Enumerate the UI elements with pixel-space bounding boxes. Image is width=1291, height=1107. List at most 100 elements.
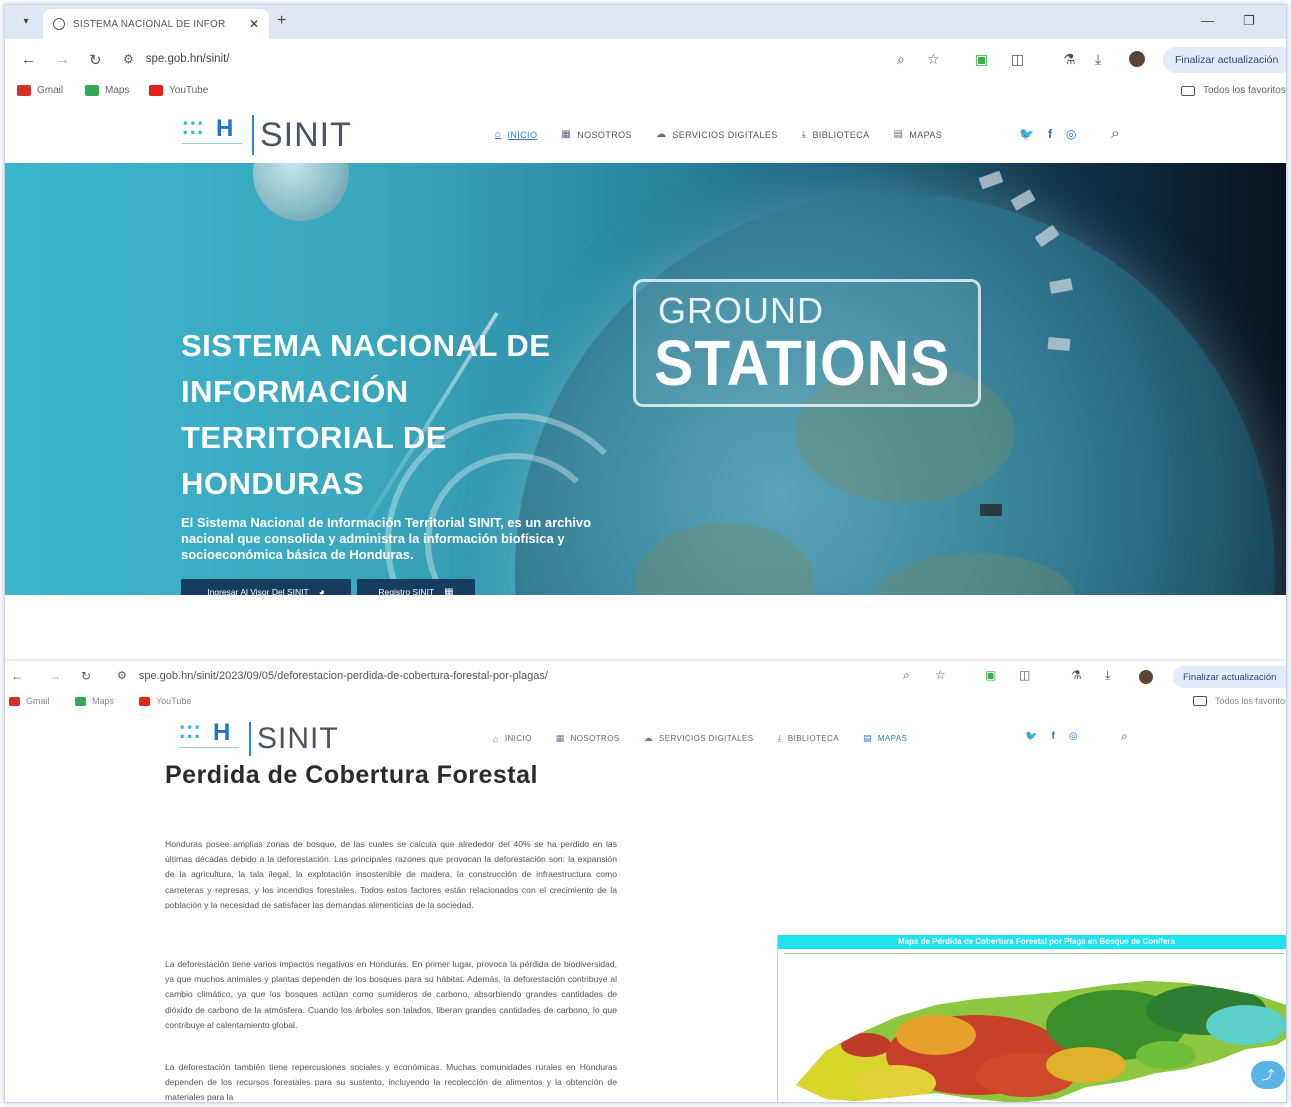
- extensions-puzzle-icon[interactable]: ◫: [1019, 668, 1030, 682]
- hero-title: SISTEMA NACIONAL DE INFORMACIÓN TERRITOR…: [181, 323, 641, 507]
- hero-banner: GROUND STATIONS SISTEMA NACIONAL DE INFO…: [5, 163, 1286, 595]
- article-paragraph: La deforestación tiene varios impactos n…: [165, 959, 617, 1030]
- logo-mark: ⁚⁚⁚ H: [177, 719, 241, 759]
- bookmark-youtube[interactable]: YouTube: [139, 696, 191, 706]
- bookmark-maps[interactable]: Maps: [75, 696, 114, 706]
- visor-button[interactable]: Ingresar Al Visor Del SINIT ◕: [181, 579, 351, 595]
- logo-mark: ⁚⁚⁚ H: [180, 115, 244, 155]
- bookmark-star-icon[interactable]: ☆: [935, 668, 946, 682]
- twitter-icon[interactable]: 🐦: [1019, 127, 1034, 141]
- menu-label: NOSOTROS: [570, 734, 620, 743]
- menu-item-nosotros[interactable]: ▦ NOSOTROS: [556, 733, 620, 744]
- lab-icon[interactable]: ⚗: [1063, 51, 1076, 68]
- menu-item-mapas[interactable]: ▤ MAPAS: [863, 733, 907, 744]
- menu-item-servicios[interactable]: ☁ SERVICIOS DIGITALES: [656, 129, 778, 140]
- browser-tab[interactable]: SISTEMA NACIONAL DE INFOR ✕: [43, 9, 269, 39]
- tab-search-icon[interactable]: ▾: [17, 13, 35, 31]
- menu-item-inicio[interactable]: ⌂ INICIO: [495, 129, 537, 140]
- article-paragraph: La deforestación también tiene repercusi…: [165, 1062, 617, 1103]
- sinit-logo[interactable]: ⁚⁚⁚ H SINIT: [180, 115, 352, 155]
- cloud-icon: ☁: [655, 129, 667, 140]
- share-icon: ⤴: [1261, 1068, 1274, 1082]
- home-icon: ⌂: [493, 733, 499, 744]
- forward-icon[interactable]: →: [55, 51, 70, 68]
- zoom-icon[interactable]: ⌕: [897, 51, 905, 68]
- twitter-icon[interactable]: 🐦: [1025, 731, 1037, 742]
- globe-icon: ◕: [318, 586, 325, 596]
- tab-title: SISTEMA NACIONAL DE INFOR: [73, 18, 226, 30]
- building-icon: ▦: [555, 733, 565, 743]
- registro-button[interactable]: Registro SINIT ▦: [357, 579, 475, 595]
- profile-avatar[interactable]: [1129, 51, 1145, 67]
- social-links: 🐦 f ◎: [1025, 731, 1092, 742]
- search-icon[interactable]: ⌕: [1121, 729, 1128, 744]
- facebook-icon[interactable]: f: [1048, 127, 1052, 141]
- bookmark-label: Maps: [105, 85, 130, 96]
- url-text: spe.gob.hn/sinit/2023/09/05/deforestacio…: [138, 669, 548, 682]
- registro-button-label: Registro SINIT: [378, 587, 435, 595]
- back-icon[interactable]: ←: [11, 669, 23, 683]
- bookmark-gmail[interactable]: Gmail: [17, 85, 63, 96]
- folder-icon: [1181, 85, 1195, 96]
- menu-item-mapas[interactable]: ▤ MAPAS: [893, 129, 942, 140]
- menu-label: MAPAS: [877, 734, 908, 743]
- download-icon: ⤓: [801, 129, 807, 140]
- share-button[interactable]: ⤴: [1251, 1061, 1285, 1089]
- reload-icon[interactable]: ↻: [89, 51, 102, 69]
- close-tab-icon[interactable]: ✕: [249, 17, 259, 31]
- all-bookmarks[interactable]: Todos los favoritos: [1181, 85, 1286, 96]
- instagram-icon[interactable]: ◎: [1066, 127, 1076, 141]
- minimize-icon[interactable]: —: [1201, 13, 1214, 28]
- update-button-2[interactable]: Finalizar actualización: [1173, 666, 1286, 688]
- downloads-icon[interactable]: ⤓: [1095, 51, 1101, 68]
- new-tab-icon[interactable]: +: [277, 12, 286, 30]
- article-title: Perdida de Cobertura Forestal: [165, 761, 538, 789]
- all-bookmarks[interactable]: Todos los favoritos: [1193, 696, 1286, 706]
- reload-icon[interactable]: ↻: [81, 669, 91, 683]
- downloads-icon[interactable]: ⤓: [1105, 668, 1110, 683]
- bookmark-label: Gmail: [37, 85, 64, 96]
- site-settings-icon[interactable]: ⚙: [123, 52, 134, 66]
- bookmark-youtube[interactable]: YouTube: [149, 85, 208, 96]
- map-title: Mapa de Pérdida de Cobertura Forestal po…: [778, 935, 1286, 949]
- forward-icon[interactable]: →: [49, 669, 61, 683]
- search-icon[interactable]: ⌕: [1111, 125, 1119, 142]
- bookmark-gmail[interactable]: Gmail: [9, 696, 50, 706]
- zoom-icon[interactable]: ⌕: [903, 668, 910, 683]
- bookmark-label: Gmail: [26, 696, 50, 706]
- address-bar[interactable]: ⚙ spe.gob.hn/sinit/: [123, 45, 953, 73]
- menu-item-nosotros[interactable]: ▦ NOSOTROS: [561, 129, 632, 140]
- site-header: ⁚⁚⁚ H SINIT ⌂ INICIO ▦ NOSOTROS ☁ SERVICIOS …: [5, 105, 1286, 163]
- extensions-puzzle-icon[interactable]: ◫: [1011, 51, 1024, 68]
- site-settings-icon[interactable]: ⚙: [117, 669, 127, 682]
- menu-item-biblioteca[interactable]: ⤓ BIBLIOTECA: [777, 733, 839, 744]
- hero-title-line: TERRITORIAL DE: [181, 420, 447, 455]
- hero-title-line: INFORMACIÓN: [181, 374, 409, 409]
- menu-item-servicios[interactable]: ☁ SERVICIOS DIGITALES: [644, 733, 754, 744]
- menu-item-biblioteca[interactable]: ⤓ BIBLIOTECA: [802, 129, 870, 140]
- extension-icon[interactable]: ▣: [975, 51, 988, 68]
- back-icon[interactable]: ←: [21, 51, 36, 68]
- honduras-map-image: [796, 981, 1286, 1102]
- restore-icon[interactable]: ❐: [1243, 13, 1255, 29]
- lab-icon[interactable]: ⚗: [1071, 668, 1082, 682]
- globe-icon: [53, 18, 65, 30]
- facebook-icon[interactable]: f: [1051, 731, 1054, 742]
- forest-loss-map[interactable]: Mapa de Pérdida de Cobertura Forestal po…: [777, 935, 1286, 1102]
- bookmark-maps[interactable]: Maps: [85, 85, 129, 96]
- hero-title-line: HONDURAS: [181, 466, 365, 501]
- hero-title-line: SISTEMA NACIONAL DE: [181, 328, 551, 363]
- instagram-icon[interactable]: ◎: [1069, 731, 1078, 742]
- hero-description: El Sistema Nacional de Información Terri…: [181, 515, 592, 562]
- address-bar-2[interactable]: ⚙ spe.gob.hn/sinit/2023/09/05/deforestac…: [117, 669, 548, 683]
- screenshot-collage: ▾ SISTEMA NACIONAL DE INFOR ✕ + — ❐ ← → …: [4, 4, 1287, 1103]
- profile-avatar[interactable]: [1139, 670, 1153, 684]
- all-bookmarks-label: Todos los favoritos: [1203, 85, 1286, 96]
- article-paragraph: Honduras posee amplias zonas de bosque, …: [165, 839, 617, 910]
- bookmark-star-icon[interactable]: ☆: [927, 51, 940, 68]
- extension-icon[interactable]: ▣: [985, 668, 996, 682]
- update-button[interactable]: Finalizar actualización: [1163, 47, 1286, 73]
- social-links: 🐦 f ◎: [1019, 127, 1090, 141]
- sinit-logo[interactable]: ⁚⁚⁚ H SINIT: [177, 719, 339, 759]
- menu-item-inicio[interactable]: ⌂ INICIO: [493, 734, 532, 744]
